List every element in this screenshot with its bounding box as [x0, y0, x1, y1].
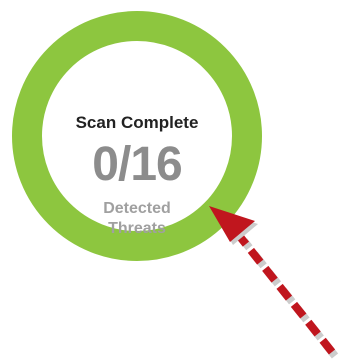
- scan-status-title: Scan Complete: [75, 113, 199, 132]
- scan-result-panel: Scan Complete 0/16 Detected Threats: [0, 0, 339, 363]
- threat-label-line-2: Threats: [108, 220, 166, 237]
- scan-status-ring: Scan Complete 0/16 Detected Threats: [12, 11, 262, 261]
- arrow-shaft: [237, 235, 336, 355]
- detected-threats-label: Detected Threats: [42, 199, 232, 239]
- threat-label-line-1: Detected: [103, 200, 171, 217]
- detected-threat-count: 0/16: [92, 138, 182, 191]
- arrow-shaft-shadow: [240, 238, 339, 359]
